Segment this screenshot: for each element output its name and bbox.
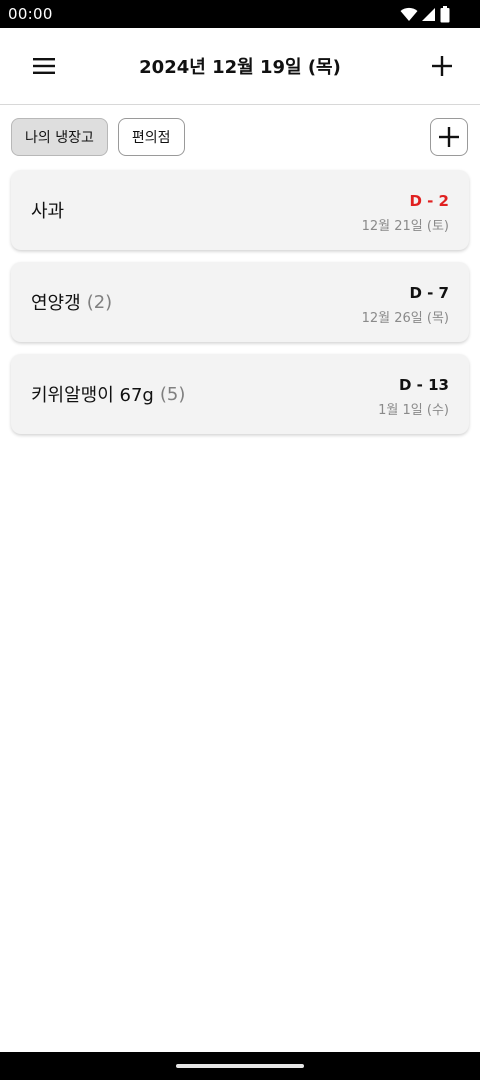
app-bar: 2024년 12월 19일 (목) bbox=[0, 28, 480, 105]
navigation-bar bbox=[0, 1052, 480, 1080]
item-name-row: 키위알맹이 67g (5) bbox=[31, 354, 185, 434]
item-name: 연양갱 bbox=[31, 293, 81, 314]
battery-icon bbox=[440, 5, 450, 22]
add-item-button[interactable] bbox=[420, 46, 464, 86]
hamburger-menu-icon bbox=[33, 58, 55, 74]
list-item[interactable]: 키위알맹이 67g (5) D - 13 1월 1일 (수) bbox=[11, 354, 469, 434]
plus-icon bbox=[439, 127, 459, 147]
status-icons bbox=[400, 5, 450, 22]
item-count: (2) bbox=[86, 291, 113, 313]
item-count: (5) bbox=[159, 383, 186, 405]
storage-tabs: 나의 냉장고 편의점 bbox=[11, 118, 185, 156]
item-name-row: 연양갱 (2) bbox=[31, 262, 112, 342]
item-list: 사과 D - 2 12월 21일 (토) 연양갱 (2) D - 7 12월 2… bbox=[11, 170, 469, 446]
plus-icon bbox=[432, 56, 452, 76]
item-name: 사과 bbox=[31, 201, 65, 222]
page-title: 2024년 12월 19일 (목) bbox=[139, 57, 341, 78]
item-dday: D - 13 bbox=[399, 376, 449, 394]
status-time: 00:00 bbox=[8, 5, 53, 23]
list-item[interactable]: 사과 D - 2 12월 21일 (토) bbox=[11, 170, 469, 250]
menu-button[interactable] bbox=[22, 46, 66, 86]
tab-convenience-store[interactable]: 편의점 bbox=[117, 118, 185, 156]
add-tab-button[interactable] bbox=[430, 118, 468, 156]
item-dday: D - 2 bbox=[409, 192, 449, 210]
item-name: 키위알맹이 67g bbox=[31, 385, 154, 406]
list-item[interactable]: 연양갱 (2) D - 7 12월 26일 (목) bbox=[11, 262, 469, 342]
wifi-icon bbox=[400, 7, 418, 21]
tab-label: 나의 냉장고 bbox=[25, 130, 94, 146]
status-bar: 00:00 bbox=[0, 0, 480, 28]
item-name-row: 사과 bbox=[31, 170, 70, 250]
tab-label: 편의점 bbox=[131, 130, 171, 146]
item-expiry-date: 1월 1일 (수) bbox=[378, 403, 449, 418]
tab-my-fridge[interactable]: 나의 냉장고 bbox=[11, 118, 108, 156]
gesture-handle[interactable] bbox=[176, 1064, 304, 1068]
item-expiry-date: 12월 26일 (목) bbox=[361, 311, 449, 326]
item-dday: D - 7 bbox=[409, 284, 449, 302]
signal-icon bbox=[422, 7, 435, 21]
item-expiry-date: 12월 21일 (토) bbox=[361, 219, 449, 234]
